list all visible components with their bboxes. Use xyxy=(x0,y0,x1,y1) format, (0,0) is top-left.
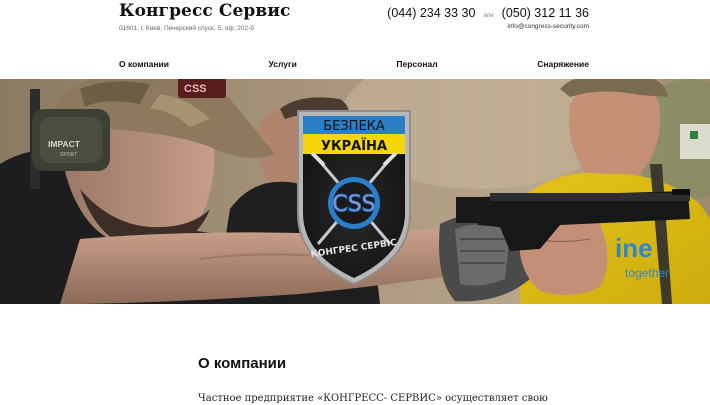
emblem-logo-text: CSS xyxy=(332,192,375,217)
shirt-print-2: together xyxy=(625,266,669,280)
emblem-top-text: БЕЗПЕКА xyxy=(323,119,385,134)
hero-photo: ine together CSS IMPACT SPORT БЕЗПЕКА УК… xyxy=(0,79,710,304)
main-nav: О компании Услуги Персонал Снаряжение xyxy=(119,59,589,69)
nav-item-staff[interactable]: Персонал xyxy=(396,59,437,69)
nav-item-services[interactable]: Услуги xyxy=(269,59,297,69)
nav-item-about[interactable]: О компании xyxy=(119,59,169,69)
shirt-print-1: ine xyxy=(615,233,653,263)
phone-secondary[interactable]: (050) 312 11 36 xyxy=(502,6,589,20)
earmuff-brand: IMPACT xyxy=(48,139,81,149)
earmuff-sub: SPORT xyxy=(60,152,77,158)
brand-title[interactable]: Конгресс Сервис xyxy=(119,1,291,21)
emblem-shield: БЕЗПЕКА УКРАЇНА CSS КОНГРЕС СЕРВІС xyxy=(297,110,411,286)
emblem-middle-text: УКРАЇНА xyxy=(321,138,387,154)
nav-item-equipment[interactable]: Снаряжение xyxy=(537,59,589,69)
section-title: О компании xyxy=(198,355,287,372)
phone-primary[interactable]: (044) 234 33 30 xyxy=(387,6,475,20)
section-text: Частное предприятие «КОНГРЕСС- СЕРВИС» о… xyxy=(198,393,548,404)
address-text: 01601, г. Киев, Печерский спуск, 5, оф. … xyxy=(119,25,255,32)
hero-banner: ine together CSS IMPACT SPORT БЕЗПЕКА УК… xyxy=(0,79,710,304)
email-link[interactable]: info@congress-security.com xyxy=(507,23,589,30)
cap-badge-text: CSS xyxy=(184,83,207,95)
phone-or-label: или xyxy=(483,13,494,19)
phone-block: (044) 234 33 30 или (050) 312 11 36 xyxy=(387,6,589,20)
